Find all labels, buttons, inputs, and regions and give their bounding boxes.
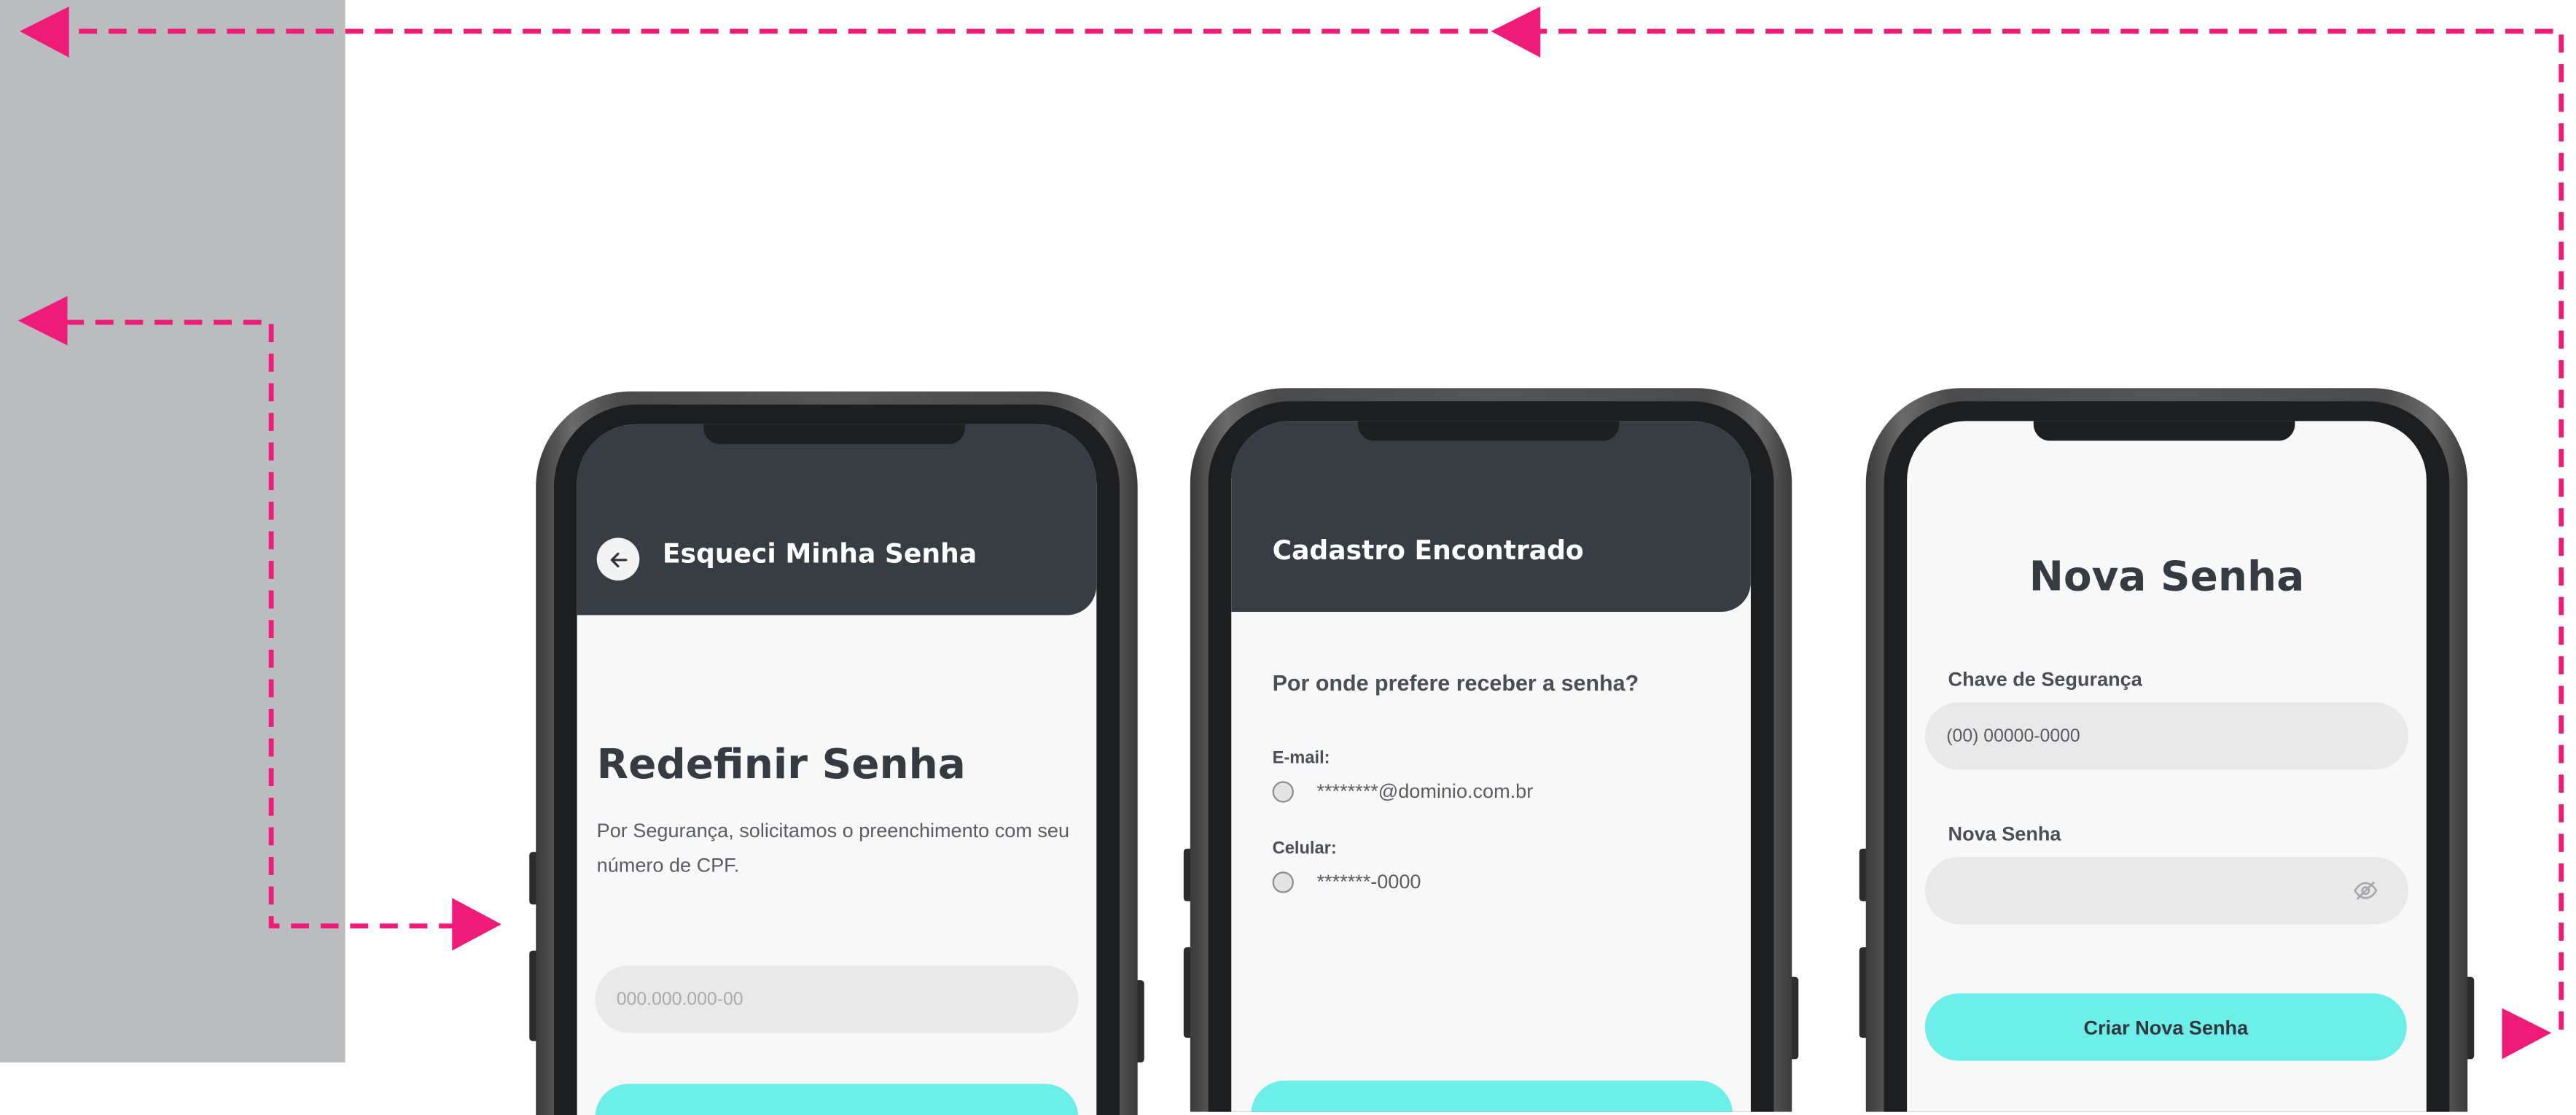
arrowhead-to-phone1 [452,898,501,951]
new-password-input[interactable] [1924,857,2409,925]
security-key-label: Chave de Segurança [1948,667,2142,691]
phone-new-password: Nova Senha Chave de Segurança (00) 00000… [1859,388,2475,1112]
notch [2033,421,2295,441]
eye-off-icon[interactable] [2352,880,2378,901]
email-option-value: ********@dominio.com.br [1316,780,1534,803]
app-bar-title: Cadastro Encontrado [1272,534,1584,566]
email-option-label: E-mail: [1272,748,1330,769]
screen-account-found: Cadastro Encontrado Por onde prefere rec… [1231,421,1751,1112]
continue-button[interactable] [595,1084,1079,1115]
app-bar-title: Esqueci Minha Senha [662,537,977,570]
arrowhead-top-left [20,7,69,58]
send-button[interactable] [1251,1080,1733,1112]
arrowhead-top-mid [1491,7,1541,58]
app-bar: Esqueci Minha Senha [577,424,1097,615]
screen-forgot-password: Esqueci Minha Senha Redefinir Senha Por … [577,424,1097,1115]
notch [703,424,965,444]
arrowhead-to-phone3 [2502,1008,2552,1060]
phone-radio[interactable] [1272,871,1294,893]
page-title: Redefinir Senha [596,739,966,788]
phone-option-label: Celular: [1272,839,1337,859]
app-bar: Cadastro Encontrado [1231,421,1751,612]
back-button[interactable] [596,537,640,581]
page-description: Por Segurança, solicitamos o preenchimen… [596,819,1070,877]
phone-forgot-password: Esqueci Minha Senha Redefinir Senha Por … [529,391,1144,1115]
email-radio[interactable] [1272,781,1294,803]
phone-option-value: *******-0000 [1316,870,1421,893]
arrow-left-icon [609,551,627,567]
page-title: Nova Senha [2029,552,2305,601]
phone-account-found: Cadastro Encontrado Por onde prefere rec… [1183,388,1799,1112]
screen-new-password: Nova Senha Chave de Segurança (00) 00000… [1907,421,2427,1112]
cpf-input[interactable]: 000.000.000-00 [595,965,1079,1033]
delivery-question: Por onde prefere receber a senha? [1272,671,1639,696]
security-key-input[interactable]: (00) 00000-0000 [1924,702,2409,770]
create-password-button[interactable]: Criar Nova Senha [1924,993,2407,1061]
new-password-label: Nova Senha [1948,822,2061,846]
notch [1357,421,1620,441]
arrowhead-mid-left [17,295,68,346]
